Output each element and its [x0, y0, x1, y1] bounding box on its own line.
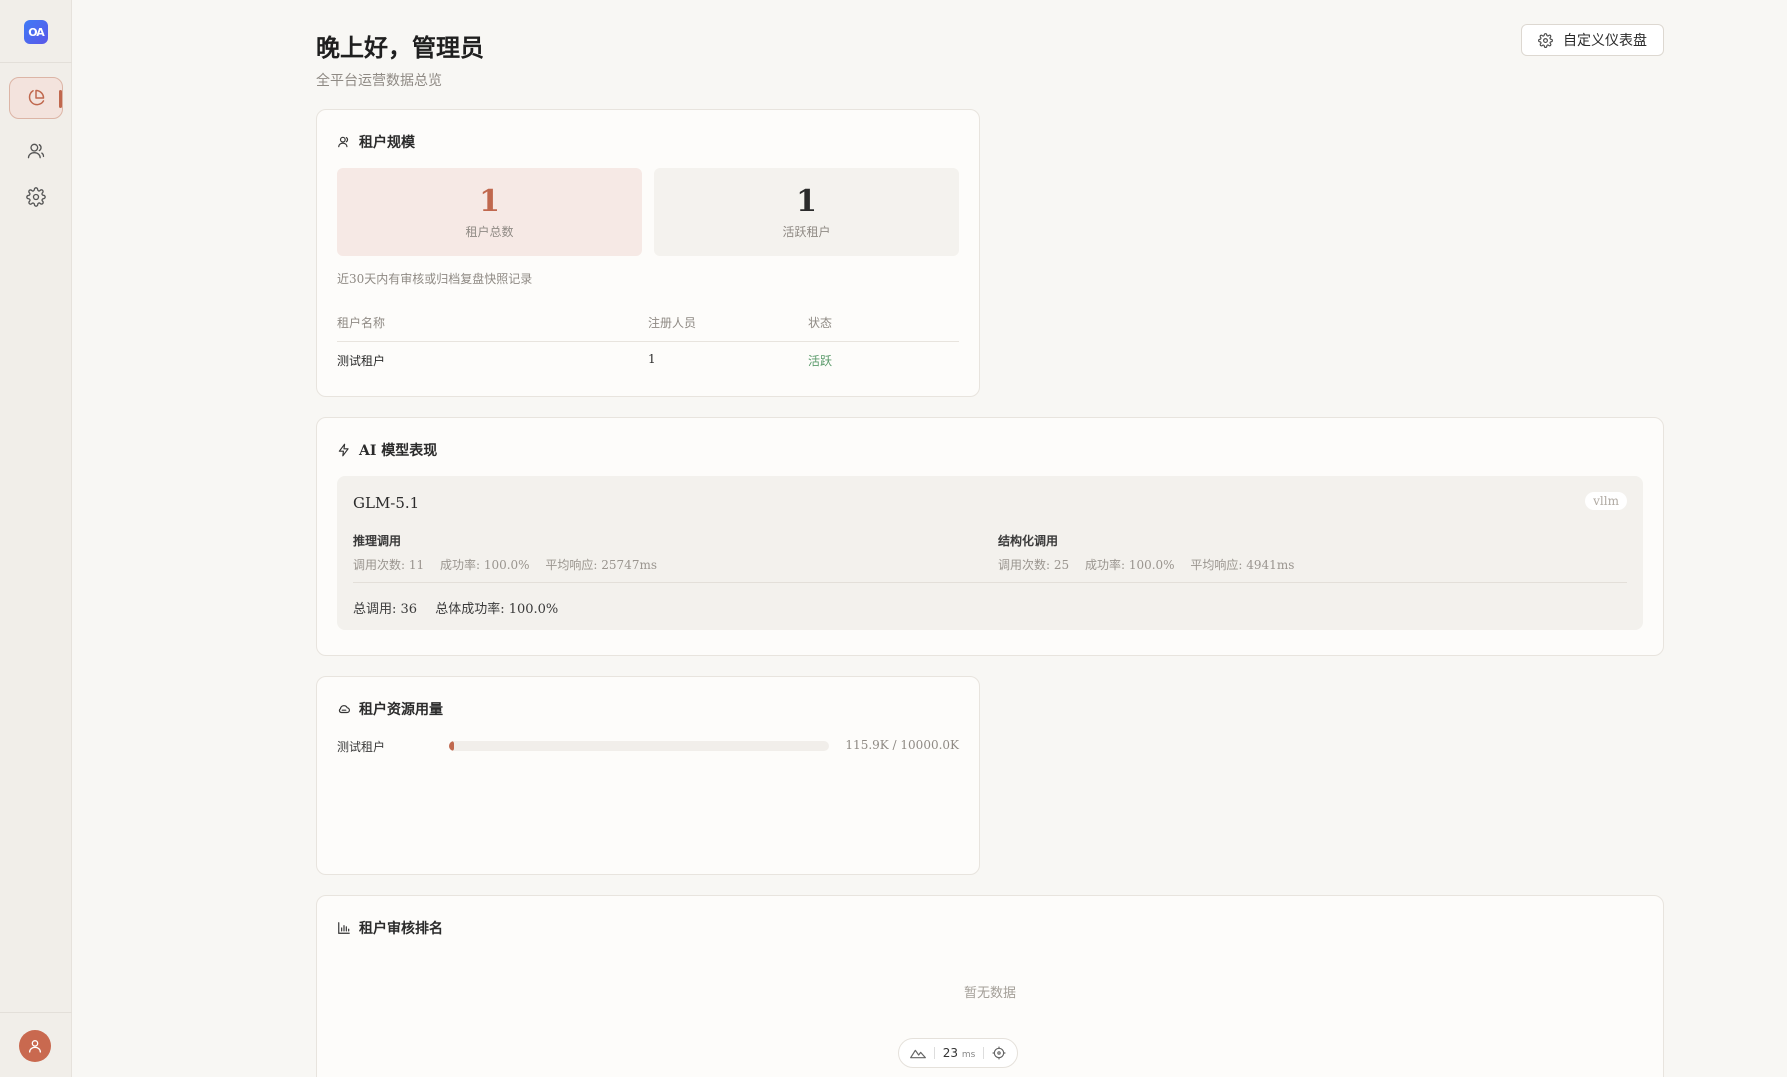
tenant-scale-card: 租户规模 1 租户总数 1 活跃租户 近30天内有审核或归档复盘快照记录 租户名… [316, 109, 980, 397]
sidebar-divider [0, 62, 72, 63]
gear-icon [26, 187, 46, 207]
resource-progress-bar [449, 741, 829, 751]
page-title: 晚上好，管理员 [316, 33, 484, 62]
cloud-icon [338, 705, 350, 714]
page-subtitle: 全平台运营数据总览 [316, 73, 442, 89]
perf-number: 23 [942, 1046, 958, 1060]
sidebar: OA [0, 0, 72, 1077]
perf-unit: ms [961, 1050, 976, 1060]
customize-dashboard-label: 自定义仪表盘 [1563, 33, 1647, 49]
resource-usage-title: 租户资源用量 [337, 699, 443, 719]
model-totals: 总调用: 36 总体成功率: 100.0% [353, 598, 572, 617]
structured-success: 成功率: 100.0% [1084, 558, 1175, 572]
resource-usage-card: 租户资源用量 测试租户 115.9K / 10000.0K [316, 676, 980, 875]
structured-title: 结构化调用 [998, 534, 1059, 548]
review-ranking-title-text: 租户审核排名 [359, 921, 443, 937]
structured-latency: 平均响应: 4941ms [1190, 558, 1295, 572]
stat-active-value: 1 [796, 183, 817, 219]
users-icon [27, 143, 45, 159]
review-ranking-title: 租户审核排名 [337, 918, 443, 938]
stat-active-label: 活跃租户 [782, 224, 831, 239]
inference-calls: 调用次数: 11 [353, 558, 425, 572]
sidebar-item-settings[interactable] [9, 176, 63, 218]
perf-separator [983, 1047, 985, 1059]
users-icon [338, 136, 349, 148]
bar-chart-icon [338, 922, 350, 934]
inference-title: 推理调用 [353, 534, 402, 548]
mountain-icon [909, 1049, 926, 1059]
avatar[interactable] [19, 1030, 51, 1062]
tenant-scale-title-text: 租户规模 [359, 135, 415, 151]
inference-stats: 调用次数: 11 成功率: 100.0% 平均响应: 25747ms [353, 556, 669, 573]
ai-model-title: AI 模型表现 [337, 440, 437, 460]
stat-active-tenants: 1 活跃租户 [654, 168, 959, 256]
sidebar-item-tenants[interactable] [9, 130, 63, 172]
pie-chart-icon [28, 89, 45, 106]
total-success: 总体成功率: 100.0% [435, 602, 559, 617]
tenant-scale-title: 租户规模 [337, 132, 415, 152]
total-calls: 总调用: 36 [353, 602, 418, 617]
structured-calls: 调用次数: 25 [998, 558, 1070, 572]
perf-indicator[interactable]: 23 ms [898, 1038, 1018, 1068]
inference-success: 成功率: 100.0% [439, 558, 530, 572]
stat-total-value: 1 [479, 183, 500, 219]
col-status: 状态 [808, 316, 833, 330]
perf-separator [933, 1047, 935, 1059]
model-divider [353, 582, 1627, 583]
table-row[interactable]: 测试租户 1 活跃 [337, 352, 959, 376]
col-tenant-name: 租户名称 [337, 316, 386, 330]
structured-stats: 调用次数: 25 成功率: 100.0% 平均响应: 4941ms [998, 556, 1306, 573]
inference-latency: 平均响应: 25747ms [545, 558, 657, 572]
perf-value: 23 ms [943, 1046, 976, 1060]
resource-tenant-name: 测试租户 [337, 740, 386, 754]
stat-total-label: 租户总数 [465, 224, 514, 239]
resource-progress-fill [449, 741, 454, 751]
empty-state-text: 暂无数据 [963, 986, 1016, 1001]
resource-usage-title-text: 租户资源用量 [359, 702, 443, 718]
crosshair-icon[interactable] [992, 1046, 1006, 1060]
ai-model-card: AI 模型表现 GLM-5.1 vllm 推理调用 调用次数: 11 成功率: … [316, 417, 1664, 656]
sidebar-item-dashboard[interactable] [9, 77, 63, 119]
lightning-icon [338, 443, 349, 457]
model-panel: GLM-5.1 vllm 推理调用 调用次数: 11 成功率: 100.0% 平… [337, 476, 1643, 630]
ai-model-title-text: AI 模型表现 [359, 443, 438, 459]
provider-badge: vllm [1585, 492, 1627, 510]
row-tenant-name: 测试租户 [337, 354, 386, 368]
stat-total-tenants: 1 租户总数 [337, 168, 642, 256]
row-registered-users: 1 [648, 352, 656, 366]
active-note: 近30天内有审核或归档复盘快照记录 [337, 272, 533, 286]
sidebar-divider-bottom [0, 1012, 72, 1013]
status-badge: 活跃 [808, 354, 833, 368]
tenant-table-header: 租户名称 注册人员 状态 [337, 314, 959, 342]
col-registered-users: 注册人员 [648, 316, 697, 330]
gear-icon [1538, 32, 1553, 48]
resource-usage-value: 115.9K / 10000.0K [845, 738, 959, 752]
model-name: GLM-5.1 [353, 494, 420, 512]
customize-dashboard-button[interactable]: 自定义仪表盘 [1521, 24, 1664, 56]
app-logo[interactable]: OA [24, 20, 48, 44]
user-icon [29, 1040, 41, 1053]
